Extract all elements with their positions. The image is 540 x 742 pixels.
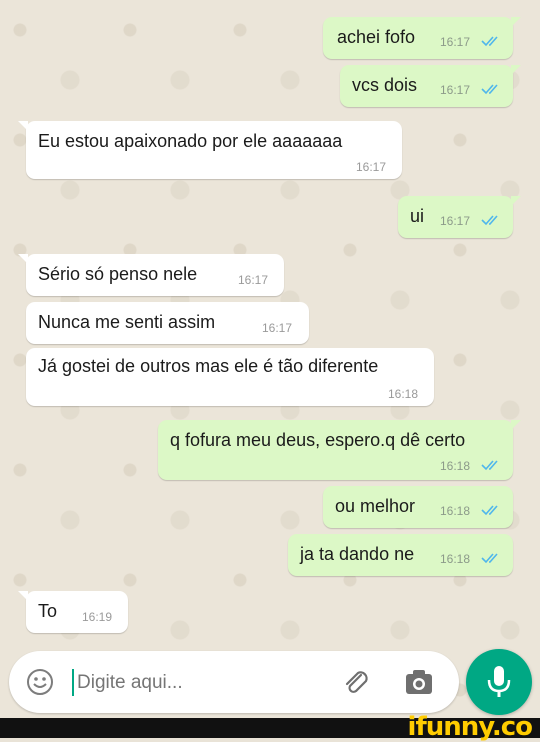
message-incoming[interactable]: Eu estou apaixonado por ele aaaaaaa 16:1… bbox=[18, 121, 402, 179]
read-receipt-icon bbox=[481, 505, 498, 516]
message-time: 16:19 bbox=[82, 610, 113, 624]
read-receipt-icon bbox=[481, 36, 498, 47]
paperclip-icon[interactable] bbox=[341, 667, 371, 697]
message-time: 16:17 bbox=[440, 35, 471, 49]
message-text: Nunca me senti assim bbox=[38, 312, 216, 332]
message-time: 16:17 bbox=[440, 83, 471, 97]
message-text: Já gostei de outros mas ele é tão difere… bbox=[38, 356, 379, 376]
message-time: 16:17 bbox=[356, 160, 387, 174]
message-composer bbox=[9, 651, 459, 713]
message-text: ja ta dando ne bbox=[300, 544, 415, 564]
message-time: 16:17 bbox=[238, 273, 269, 287]
read-receipt-icon bbox=[481, 84, 498, 95]
text-cursor bbox=[72, 669, 74, 696]
emoji-icon[interactable] bbox=[25, 667, 55, 697]
message-outgoing[interactable]: achei fofo 16:17 bbox=[323, 17, 521, 59]
message-outgoing[interactable]: q fofura meu deus, espero.q dê certo 16:… bbox=[158, 420, 521, 480]
read-receipt-icon bbox=[481, 553, 498, 564]
read-receipt-icon bbox=[481, 460, 498, 471]
message-text: vcs dois bbox=[352, 75, 418, 95]
message-incoming[interactable]: Já gostei de outros mas ele é tão difere… bbox=[26, 348, 434, 406]
message-time: 16:18 bbox=[440, 552, 471, 566]
message-incoming[interactable]: To 16:19 bbox=[18, 591, 128, 633]
camera-icon[interactable] bbox=[404, 668, 434, 696]
message-text: To bbox=[38, 601, 58, 621]
message-time: 16:17 bbox=[262, 321, 293, 335]
microphone-button[interactable] bbox=[466, 649, 532, 715]
message-text: ui bbox=[410, 206, 425, 226]
message-time: 16:18 bbox=[388, 387, 419, 401]
message-time: 16:18 bbox=[440, 504, 471, 518]
microphone-icon bbox=[487, 666, 511, 697]
message-outgoing[interactable]: ui 16:17 bbox=[398, 196, 521, 238]
message-input[interactable] bbox=[75, 665, 309, 701]
message-text: achei fofo bbox=[337, 27, 416, 47]
message-incoming[interactable]: Nunca me senti assim 16:17 bbox=[26, 302, 309, 344]
message-outgoing[interactable]: vcs dois 16:17 bbox=[340, 65, 521, 107]
message-time: 16:18 bbox=[440, 459, 471, 473]
message-outgoing[interactable]: ou melhor 16:18 bbox=[323, 486, 513, 528]
message-time: 16:17 bbox=[440, 214, 471, 228]
read-receipt-icon bbox=[481, 215, 498, 226]
message-text: q fofura meu deus, espero.q dê certo bbox=[170, 430, 466, 450]
message-text: Eu estou apaixonado por ele aaaaaaa bbox=[38, 131, 343, 151]
message-text: ou melhor bbox=[335, 496, 416, 516]
message-incoming[interactable]: Sério só penso nele 16:17 bbox=[18, 254, 284, 296]
watermark-bar: ifunny.co bbox=[0, 712, 540, 742]
message-text: Sério só penso nele bbox=[38, 264, 198, 284]
message-outgoing[interactable]: ja ta dando ne 16:18 bbox=[288, 534, 513, 576]
